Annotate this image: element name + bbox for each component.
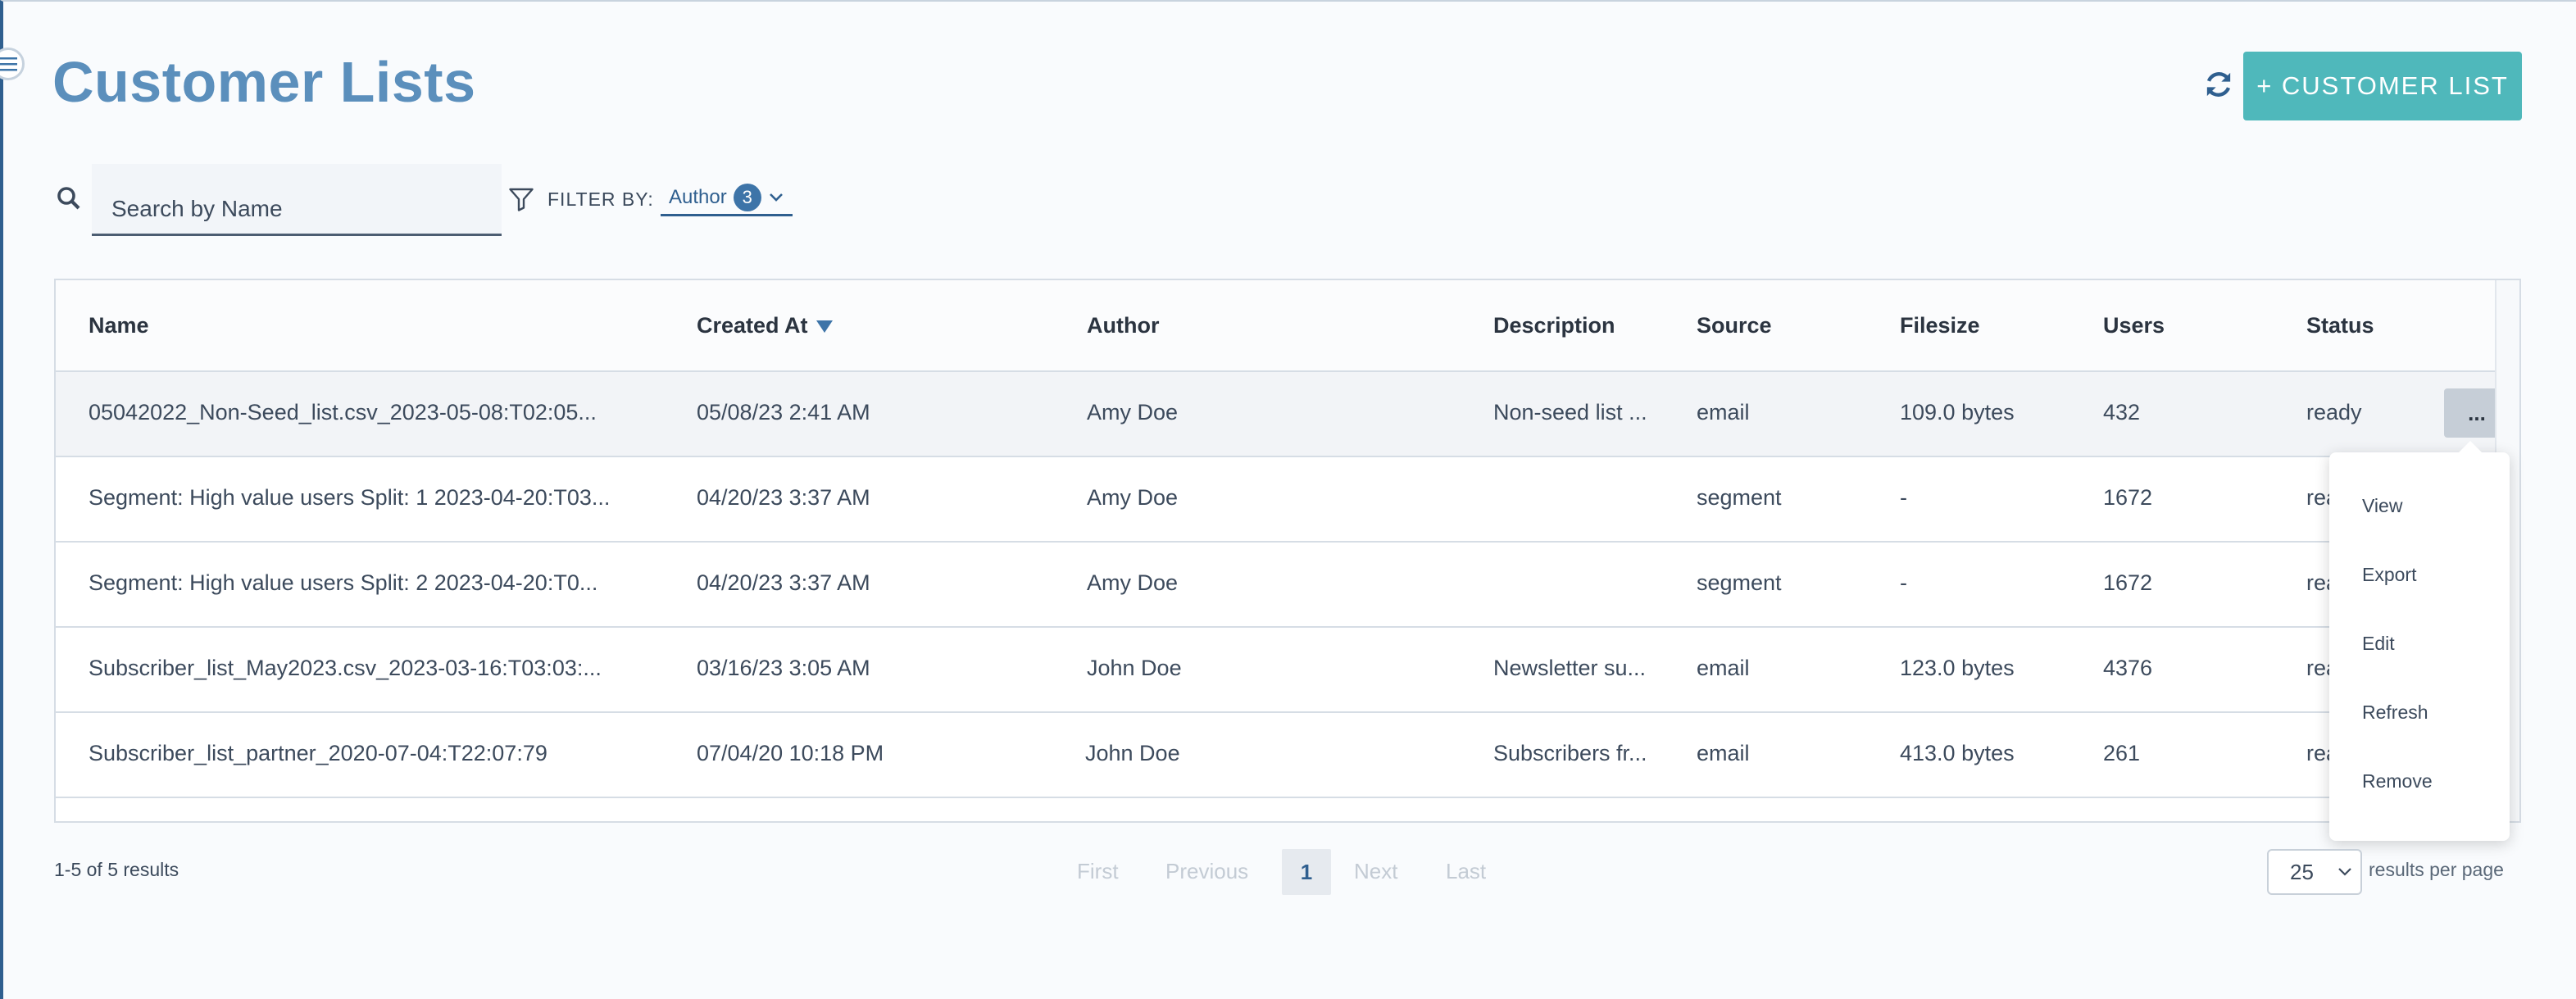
menu-item-refresh[interactable]: Refresh <box>2362 702 2428 724</box>
filter-by-label: FILTER BY: <box>547 188 654 210</box>
customer-lists-page: Customer Lists + CUSTOMER LIST FILTER BY… <box>0 0 2576 999</box>
cell-filesize: 413.0 bytes <box>1900 741 2015 765</box>
column-header-status[interactable]: Status <box>2306 313 2374 338</box>
search-field <box>92 164 502 236</box>
cell-author: John Doe <box>1087 656 1182 680</box>
menu-item-remove[interactable]: Remove <box>2362 770 2433 792</box>
pagination-previous[interactable]: Previous <box>1165 859 1248 884</box>
results-per-page-label: results per page <box>2369 859 2504 880</box>
cell-author: Amy Doe <box>1087 485 1179 510</box>
menu-icon <box>0 57 17 71</box>
pagination-last[interactable]: Last <box>1446 859 1486 884</box>
cell-users: 1672 <box>2103 570 2153 595</box>
cell-users: 261 <box>2103 741 2141 765</box>
table-row[interactable]: Segment: High value users Split: 2 2023-… <box>56 543 2496 628</box>
column-header-name[interactable]: Name <box>89 313 149 338</box>
search-input[interactable] <box>92 164 502 234</box>
cell-created-at: 04/20/23 3:37 AM <box>697 570 870 595</box>
cell-description: Subscribers fr... <box>1493 741 1647 765</box>
sort-desc-icon <box>816 320 833 334</box>
cell-created-at: 04/20/23 3:37 AM <box>697 485 870 510</box>
search-icon <box>54 184 84 217</box>
nav-toggle-button[interactable] <box>0 48 25 80</box>
cell-status: ready <box>2306 400 2362 425</box>
cell-description: Non-seed list ... <box>1493 400 1647 425</box>
cell-filesize: - <box>1900 485 1907 510</box>
author-filter-label: Author <box>669 185 727 208</box>
chevron-down-icon <box>2338 868 2351 876</box>
column-header-source[interactable]: Source <box>1697 313 1772 338</box>
pagination-current-page[interactable]: 1 <box>1282 849 1331 895</box>
column-header-created-at-label: Created At <box>697 313 808 338</box>
cell-author: Amy Doe <box>1087 400 1179 425</box>
cell-name: Segment: High value users Split: 2 2023-… <box>89 570 598 595</box>
results-per-page-value: 25 <box>2290 859 2314 884</box>
cell-users: 432 <box>2103 400 2141 425</box>
cell-name: Segment: High value users Split: 1 2023-… <box>89 485 611 510</box>
pagination-next[interactable]: Next <box>1354 859 1397 884</box>
cell-users: 4376 <box>2103 656 2153 680</box>
pagination-first[interactable]: First <box>1077 859 1119 884</box>
cell-filesize: 109.0 bytes <box>1900 400 2015 425</box>
refresh-button[interactable] <box>2200 66 2238 103</box>
table-row[interactable]: Subscriber_list_May2023.csv_2023-03-16:T… <box>56 628 2496 713</box>
column-header-author[interactable]: Author <box>1087 313 1159 338</box>
column-header-filesize[interactable]: Filesize <box>1900 313 1980 338</box>
results-count: 1-5 of 5 results <box>54 859 179 880</box>
add-customer-list-button[interactable]: + CUSTOMER LIST <box>2243 52 2522 120</box>
menu-item-view[interactable]: View <box>2362 495 2402 517</box>
cell-source: email <box>1697 400 1750 425</box>
cell-users: 1672 <box>2103 485 2153 510</box>
table-row[interactable]: Subscriber_list_partner_2020-07-04:T22:0… <box>56 713 2496 798</box>
cell-source: segment <box>1697 485 1782 510</box>
cell-created-at: 03/16/23 3:05 AM <box>697 656 870 680</box>
table-header: Name Created At Author Description Sourc… <box>56 280 2496 372</box>
row-actions-menu: View Export Edit Refresh Remove <box>2329 441 2510 841</box>
column-header-description[interactable]: Description <box>1493 313 1615 338</box>
author-filter-dropdown[interactable]: Author 3 <box>661 180 793 216</box>
cell-source: email <box>1697 656 1750 680</box>
menu-item-edit[interactable]: Edit <box>2362 633 2395 655</box>
cell-author: Amy Doe <box>1087 570 1179 595</box>
cell-source: segment <box>1697 570 1782 595</box>
table-row[interactable]: Segment: High value users Split: 1 2023-… <box>56 457 2496 543</box>
table-row[interactable]: 05042022_Non-Seed_list.csv_2023-05-08:T0… <box>56 372 2510 457</box>
cell-name: Subscriber_list_May2023.csv_2023-03-16:T… <box>89 656 602 680</box>
cell-filesize: 123.0 bytes <box>1900 656 2015 680</box>
menu-item-export[interactable]: Export <box>2362 564 2416 586</box>
cell-author: John Doe <box>1085 741 1180 765</box>
cell-source: email <box>1697 741 1750 765</box>
customer-lists-table: Name Created At Author Description Sourc… <box>54 279 2521 823</box>
filter-icon <box>507 184 536 219</box>
cell-name: Subscriber_list_partner_2020-07-04:T22:0… <box>89 741 547 765</box>
column-header-created-at[interactable]: Created At <box>697 313 833 338</box>
page-title: Customer Lists <box>52 50 476 114</box>
cell-filesize: - <box>1900 570 1907 595</box>
cell-description: Newsletter su... <box>1493 656 1647 680</box>
chevron-down-icon <box>769 193 783 202</box>
cell-created-at: 05/08/23 2:41 AM <box>697 400 870 425</box>
author-filter-count-badge: 3 <box>733 183 761 211</box>
cell-name: 05042022_Non-Seed_list.csv_2023-05-08:T0… <box>89 400 597 425</box>
results-per-page-select[interactable]: 25 <box>2267 849 2362 895</box>
refresh-icon <box>2206 72 2231 97</box>
cell-created-at: 07/04/20 10:18 PM <box>697 741 884 765</box>
column-header-users[interactable]: Users <box>2103 313 2165 338</box>
